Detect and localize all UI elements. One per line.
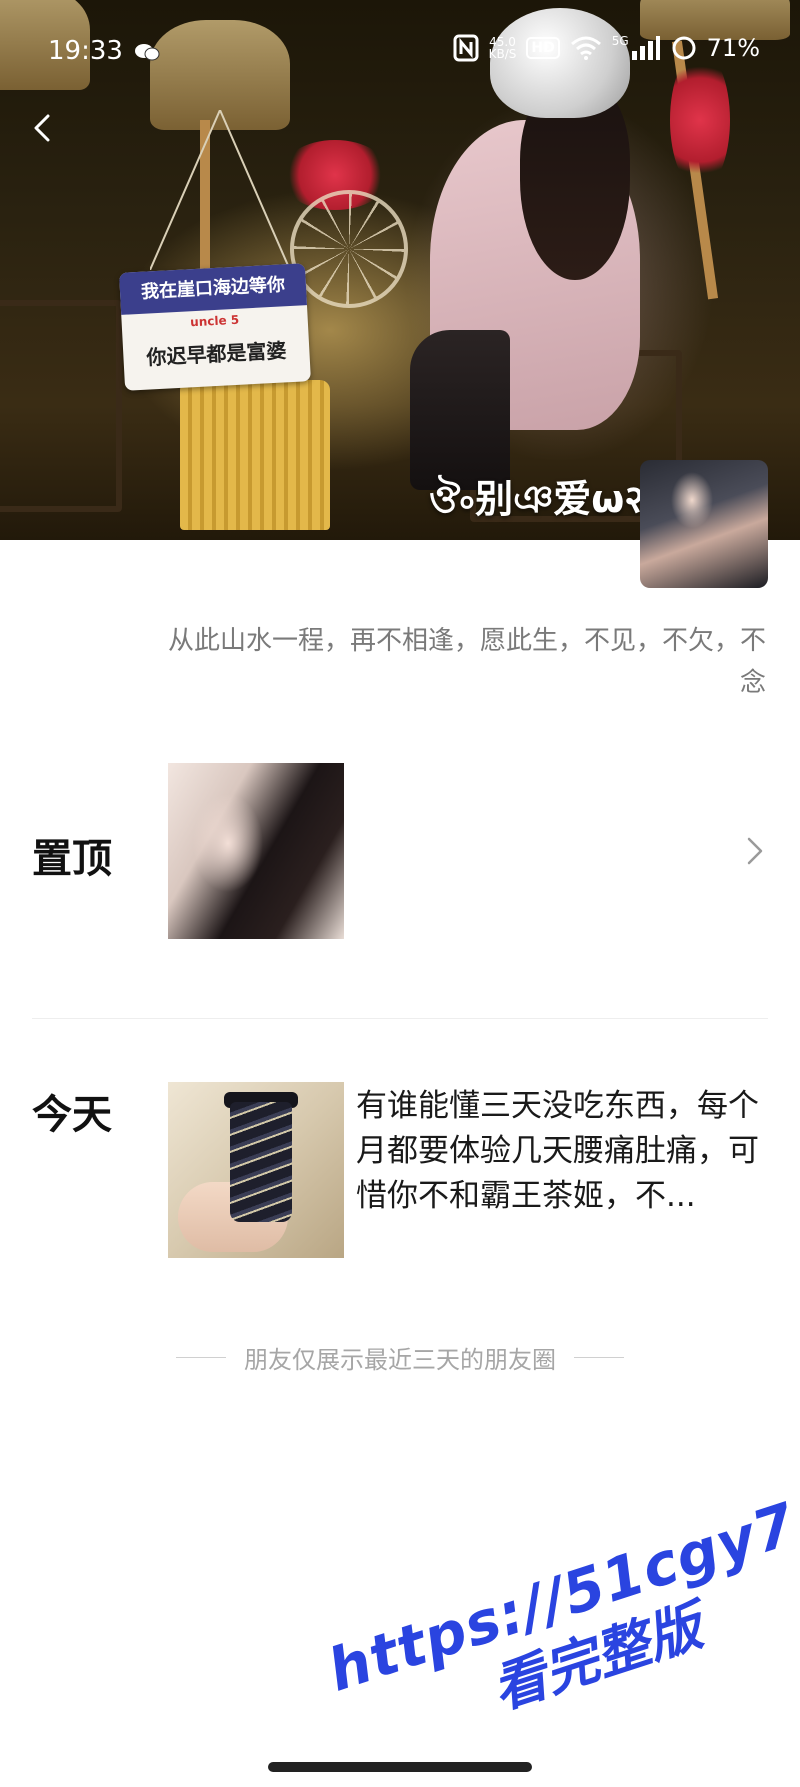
barrel-decoration bbox=[180, 380, 330, 530]
visibility-limit-text: 朋友仅展示最近三天的朋友圈 bbox=[244, 1346, 556, 1374]
signal-icon bbox=[631, 36, 660, 60]
signal-type: 5G bbox=[611, 34, 629, 48]
battery-level: 71% bbox=[706, 34, 760, 62]
today-section-label: 今天 bbox=[32, 1092, 112, 1138]
avatar[interactable] bbox=[640, 460, 768, 588]
today-post-thumbnail[interactable] bbox=[168, 1082, 344, 1258]
notice-line-right bbox=[574, 1357, 624, 1358]
pinned-posts-row[interactable] bbox=[0, 760, 800, 940]
watermark-overlay: https://51cgy7.com 看完整版 bbox=[320, 1440, 800, 1770]
section-divider bbox=[32, 1018, 768, 1019]
notice-line-left bbox=[176, 1357, 226, 1358]
visibility-limit-notice: 朋友仅展示最近三天的朋友圈 bbox=[0, 1340, 800, 1375]
network-speed-unit: KB/S bbox=[488, 47, 517, 61]
status-indicators: 45.0 KB/S HD 5G 71% bbox=[453, 34, 760, 62]
profile-nickname[interactable]: ঔ৹别ঞ爱ω२ bbox=[429, 468, 644, 534]
back-button[interactable] bbox=[24, 104, 64, 152]
cup-figure bbox=[230, 1102, 292, 1222]
today-post-text[interactable]: 有谁能懂三天没吃东西，每个月都要体验几天腰痛肚痛，可惜你不和霸王茶姬，不... bbox=[356, 1084, 776, 1219]
sign-strings bbox=[150, 110, 291, 270]
nfc-icon bbox=[453, 34, 479, 62]
pinned-post-thumbnail[interactable] bbox=[168, 763, 344, 939]
network-speed: 45.0 KB/S bbox=[489, 36, 517, 60]
chevron-right-icon[interactable] bbox=[744, 834, 766, 868]
profile-signature: 从此山水一程，再不相逢，愿此生，不见，不欠，不念 bbox=[167, 626, 766, 698]
status-bar: 19:33 45.0 KB/S HD 5G 71% bbox=[0, 0, 800, 100]
sign-top-text: 我在崖口海边等你 bbox=[119, 263, 307, 315]
person-legs bbox=[410, 330, 510, 490]
pinned-section-label: 置顶 bbox=[32, 836, 112, 882]
moments-profile-page: 我在崖口海边等你 uncle 5 你迟早都是富婆 19:33 45.0 KB/S bbox=[0, 0, 800, 1787]
chevron-left-icon bbox=[34, 114, 50, 142]
status-time: 19:33 bbox=[48, 36, 123, 66]
hanging-sign: 我在崖口海边等你 uncle 5 你迟早都是富婆 bbox=[119, 263, 311, 391]
wechat-notification-icon bbox=[135, 44, 160, 61]
cover-photo[interactable]: 我在崖口海边等你 uncle 5 你迟早都是富婆 19:33 45.0 KB/S bbox=[0, 0, 800, 540]
chair-decoration bbox=[0, 300, 122, 512]
home-indicator[interactable] bbox=[268, 1762, 532, 1772]
wifi-icon bbox=[570, 36, 601, 60]
battery-icon bbox=[672, 36, 696, 60]
sign-bottom-text: 你迟早都是富婆 bbox=[145, 338, 287, 370]
hd-badge: HD bbox=[526, 37, 560, 59]
wheel-decoration bbox=[290, 190, 408, 308]
